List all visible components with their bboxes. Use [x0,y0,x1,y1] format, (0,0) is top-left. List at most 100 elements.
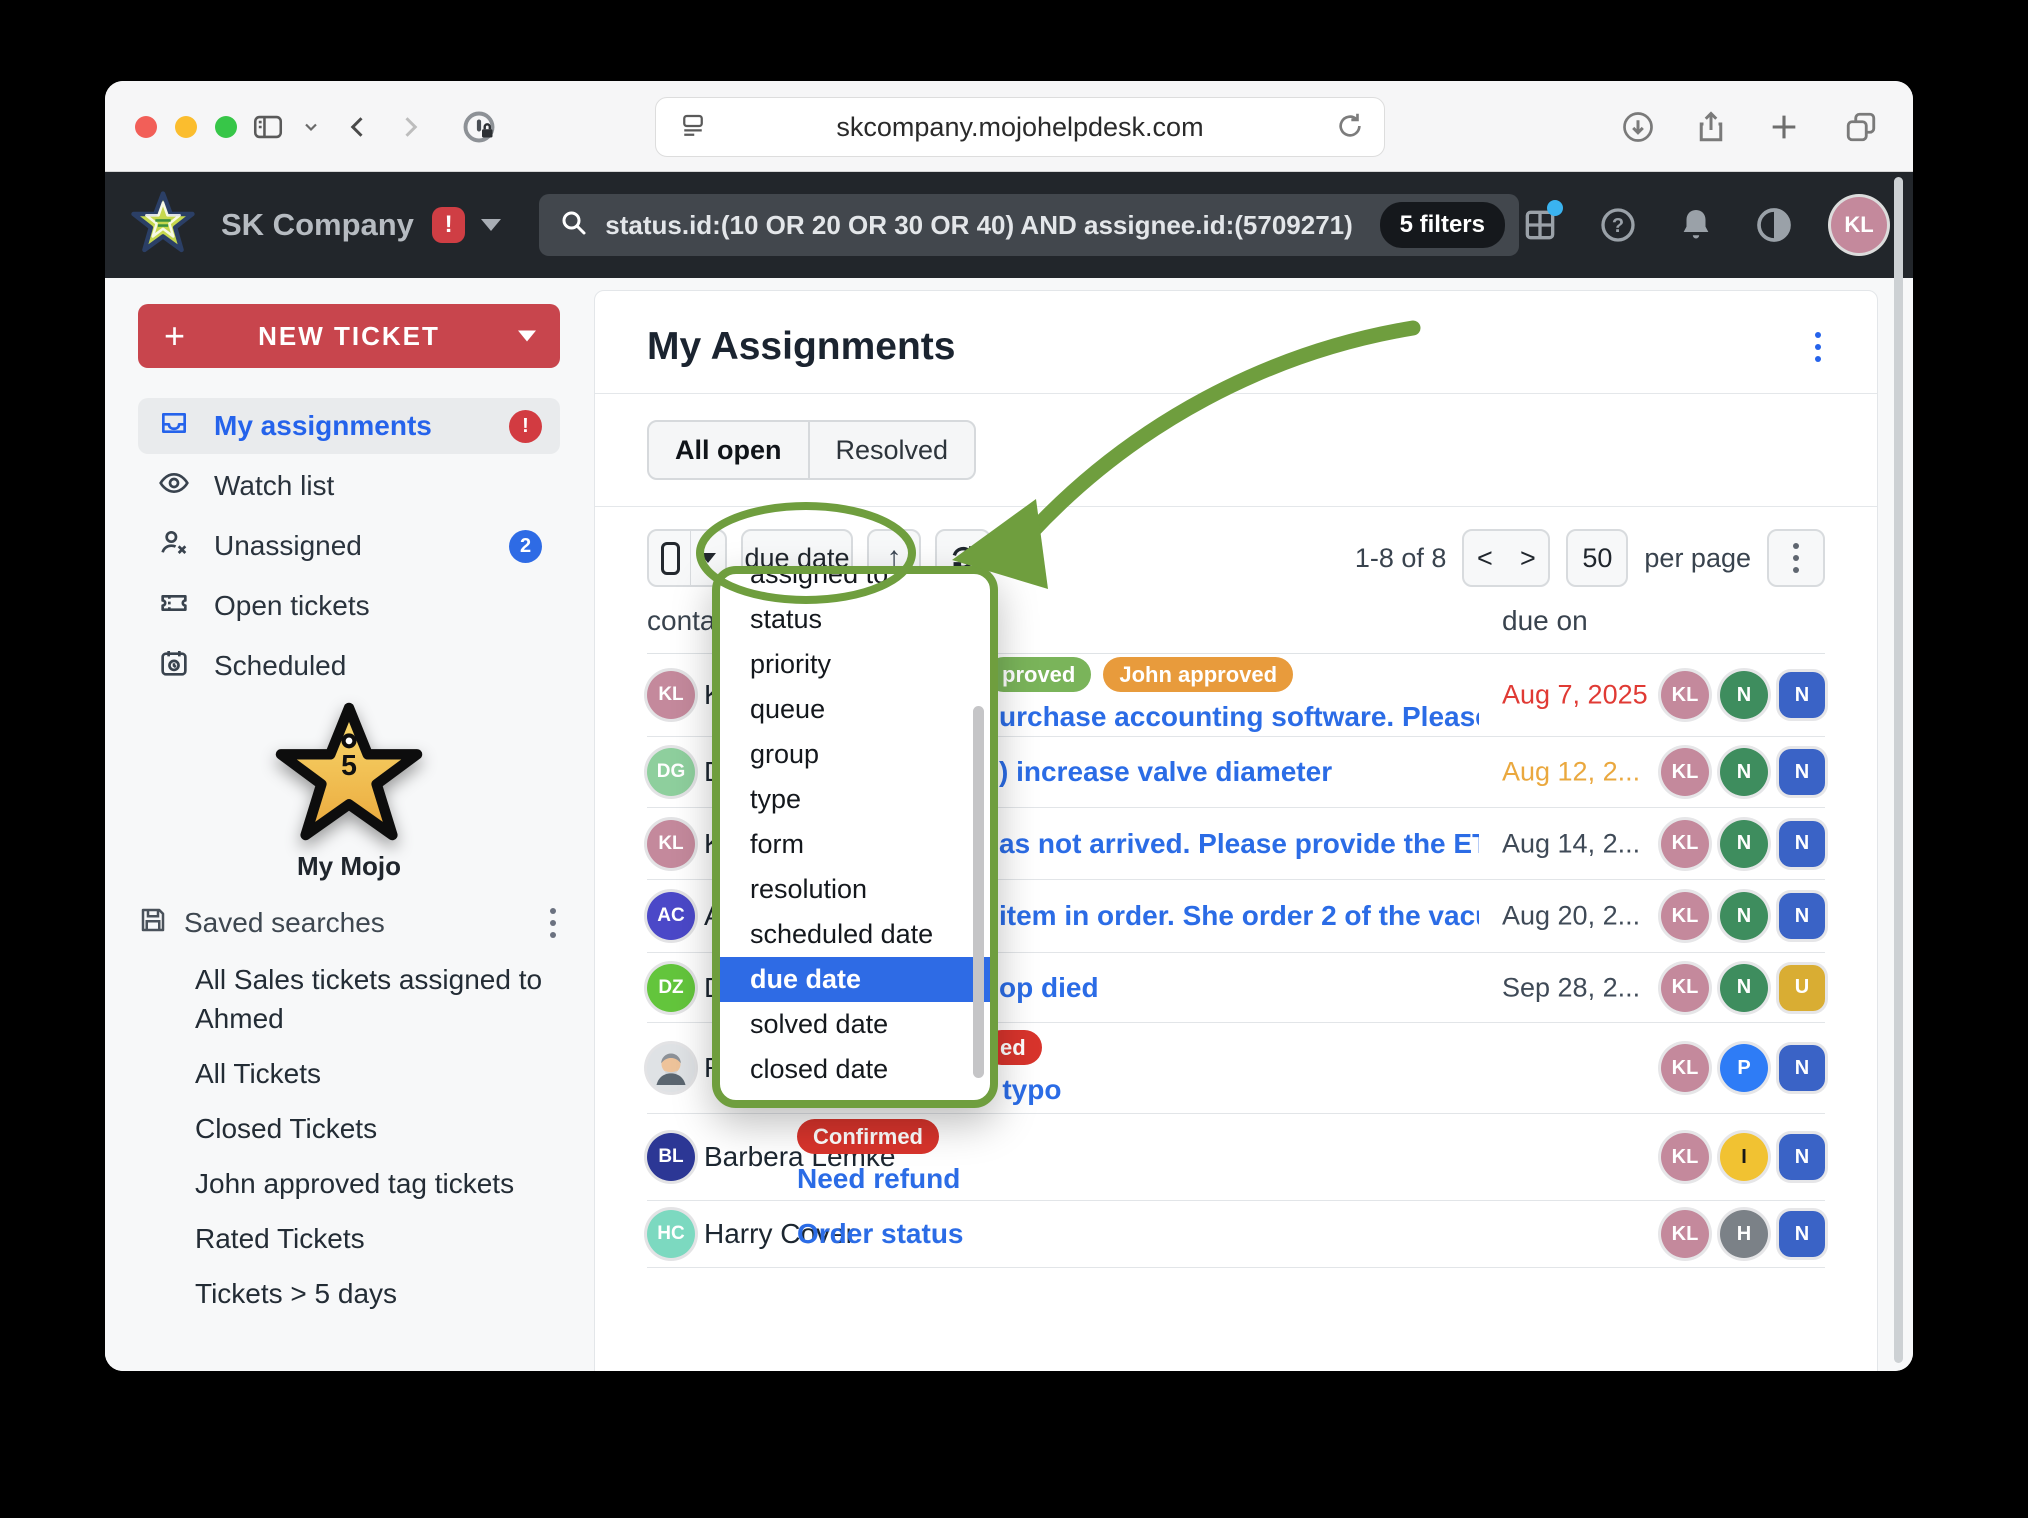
assignee-chip[interactable]: KL [1661,1044,1709,1092]
assignee-chip[interactable]: KL [1661,1210,1709,1258]
sidebar-item-open-tickets[interactable]: Open tickets [138,578,560,634]
status-chip[interactable]: N [1779,1134,1825,1180]
assignee-chip[interactable]: KL [1661,1133,1709,1181]
sidebar-item-unassigned[interactable]: Unassigned 2 [138,518,560,574]
sidebar-item-scheduled[interactable]: Scheduled [138,638,560,694]
saved-searches-header[interactable]: Saved searches [138,904,560,942]
status-chip[interactable]: N [1779,672,1825,718]
sidebar-item-my-assignments[interactable]: My assignments ! [138,398,560,454]
close-window-button[interactable] [135,116,157,138]
saved-search-item[interactable]: All Sales tickets assigned to Ahmed [195,960,560,1038]
assignee-chip[interactable]: KL [1661,964,1709,1012]
dropdown-scrollbar[interactable] [973,706,984,1078]
status-chip[interactable]: N [1779,1211,1825,1257]
per-page-input[interactable]: 50 [1566,529,1628,587]
table-row[interactable]: HC Harry Cover Order status KL H N [647,1201,1825,1268]
page-scrollbar[interactable] [1894,177,1903,1363]
password-manager-icon[interactable] [461,109,497,145]
list-menu-button[interactable] [1767,529,1825,587]
sidebar-item-watch-list[interactable]: Watch list [138,458,560,514]
priority-chip[interactable]: I [1720,1133,1768,1181]
priority-chip[interactable]: N [1720,892,1768,940]
table-row[interactable]: BL Barbera Lemke Confirmed Need refund K… [647,1114,1825,1201]
calendar-clock-icon [158,647,190,686]
priority-chip[interactable]: N [1720,671,1768,719]
new-ticket-dropdown-caret[interactable] [518,331,536,342]
new-ticket-button[interactable]: + NEW TICKET [138,304,560,368]
sidebar-chevron-icon[interactable] [293,109,329,145]
help-icon[interactable]: ? [1597,204,1639,246]
sort-option[interactable]: scheduled date [720,912,990,957]
reload-icon[interactable] [1334,110,1366,147]
due-date: Aug 20, 2... [1502,901,1640,932]
assignee-chip[interactable]: KL [1661,820,1709,868]
priority-chip[interactable]: H [1720,1210,1768,1258]
status-chip[interactable]: N [1779,1045,1825,1091]
company-name[interactable]: SK Company [221,207,414,243]
minimize-window-button[interactable] [175,116,197,138]
saved-searches-menu-icon[interactable] [546,904,560,942]
ticket-search-input[interactable]: status.id:(10 OR 20 OR 30 OR 40) AND ass… [539,194,1519,256]
priority-chip[interactable]: P [1720,1044,1768,1092]
theme-contrast-icon[interactable] [1753,204,1795,246]
back-button[interactable] [341,109,377,145]
person-photo-icon [647,1044,695,1092]
filters-count-badge[interactable]: 5 filters [1380,202,1505,248]
pagination-nav: < > [1462,529,1550,587]
status-chip[interactable]: N [1779,749,1825,795]
sort-option[interactable]: closed date [720,1047,990,1092]
tab-all-open[interactable]: All open [649,422,810,478]
user-avatar[interactable]: KL [1831,197,1887,253]
sort-option[interactable]: group [720,732,990,777]
ticket-subject-link[interactable]: Order status [797,1218,1479,1250]
tab-overview-icon[interactable] [1843,109,1879,145]
sort-option[interactable]: form [720,822,990,867]
prev-page-button[interactable]: < [1464,531,1505,585]
next-page-button[interactable]: > [1507,531,1548,585]
select-menu-caret[interactable] [700,553,716,563]
apps-grid-icon[interactable] [1519,204,1561,246]
status-chip[interactable]: N [1779,821,1825,867]
forward-button[interactable] [391,109,427,145]
saved-search-item[interactable]: John approved tag tickets [195,1164,560,1203]
notifications-bell-icon[interactable] [1675,204,1717,246]
sort-option[interactable]: queue [720,687,990,732]
priority-chip[interactable]: N [1720,964,1768,1012]
sort-option[interactable]: type [720,777,990,822]
mojo-label: My Mojo [138,851,560,882]
priority-chip[interactable]: N [1720,748,1768,796]
sidebar-toggle-icon[interactable] [250,109,286,145]
contact-avatar: DZ [647,964,695,1012]
ticket-subject-link[interactable]: Need refund [797,1163,1479,1195]
address-bar[interactable]: skcompany.mojohelpdesk.com [655,97,1385,157]
assignee-chip[interactable]: KL [1661,671,1709,719]
status-chip[interactable]: U [1779,965,1825,1011]
page-menu-icon[interactable] [1811,328,1825,366]
column-due-on[interactable]: due on [1502,605,1588,637]
sort-option[interactable]: solved date [720,1002,990,1047]
saved-search-item[interactable]: All Tickets [195,1054,560,1093]
sort-option[interactable]: assigned to [720,566,990,597]
maximize-window-button[interactable] [215,116,237,138]
search-query-text: status.id:(10 OR 20 OR 30 OR 40) AND ass… [605,210,1363,241]
company-dropdown-caret[interactable] [481,219,501,231]
app-logo[interactable] [131,191,195,260]
assignee-chip[interactable]: KL [1661,892,1709,940]
saved-search-item[interactable]: Rated Tickets [195,1219,560,1258]
priority-chip[interactable]: N [1720,820,1768,868]
assignee-chip[interactable]: KL [1661,748,1709,796]
downloads-icon[interactable] [1620,109,1656,145]
sort-option[interactable]: status [720,597,990,642]
notification-dot [1547,200,1563,216]
saved-search-item[interactable]: Tickets > 5 days [195,1274,560,1313]
status-chip[interactable]: N [1779,893,1825,939]
sort-option[interactable]: priority [720,642,990,687]
tab-resolved[interactable]: Resolved [810,422,975,478]
sort-option[interactable]: resolution [720,867,990,912]
reader-view-icon[interactable] [678,111,708,146]
saved-search-item[interactable]: Closed Tickets [195,1109,560,1148]
select-all-checkbox[interactable] [661,542,680,575]
new-tab-icon[interactable] [1766,109,1802,145]
sort-option-selected[interactable]: due date [720,957,990,1002]
share-icon[interactable] [1693,109,1729,145]
